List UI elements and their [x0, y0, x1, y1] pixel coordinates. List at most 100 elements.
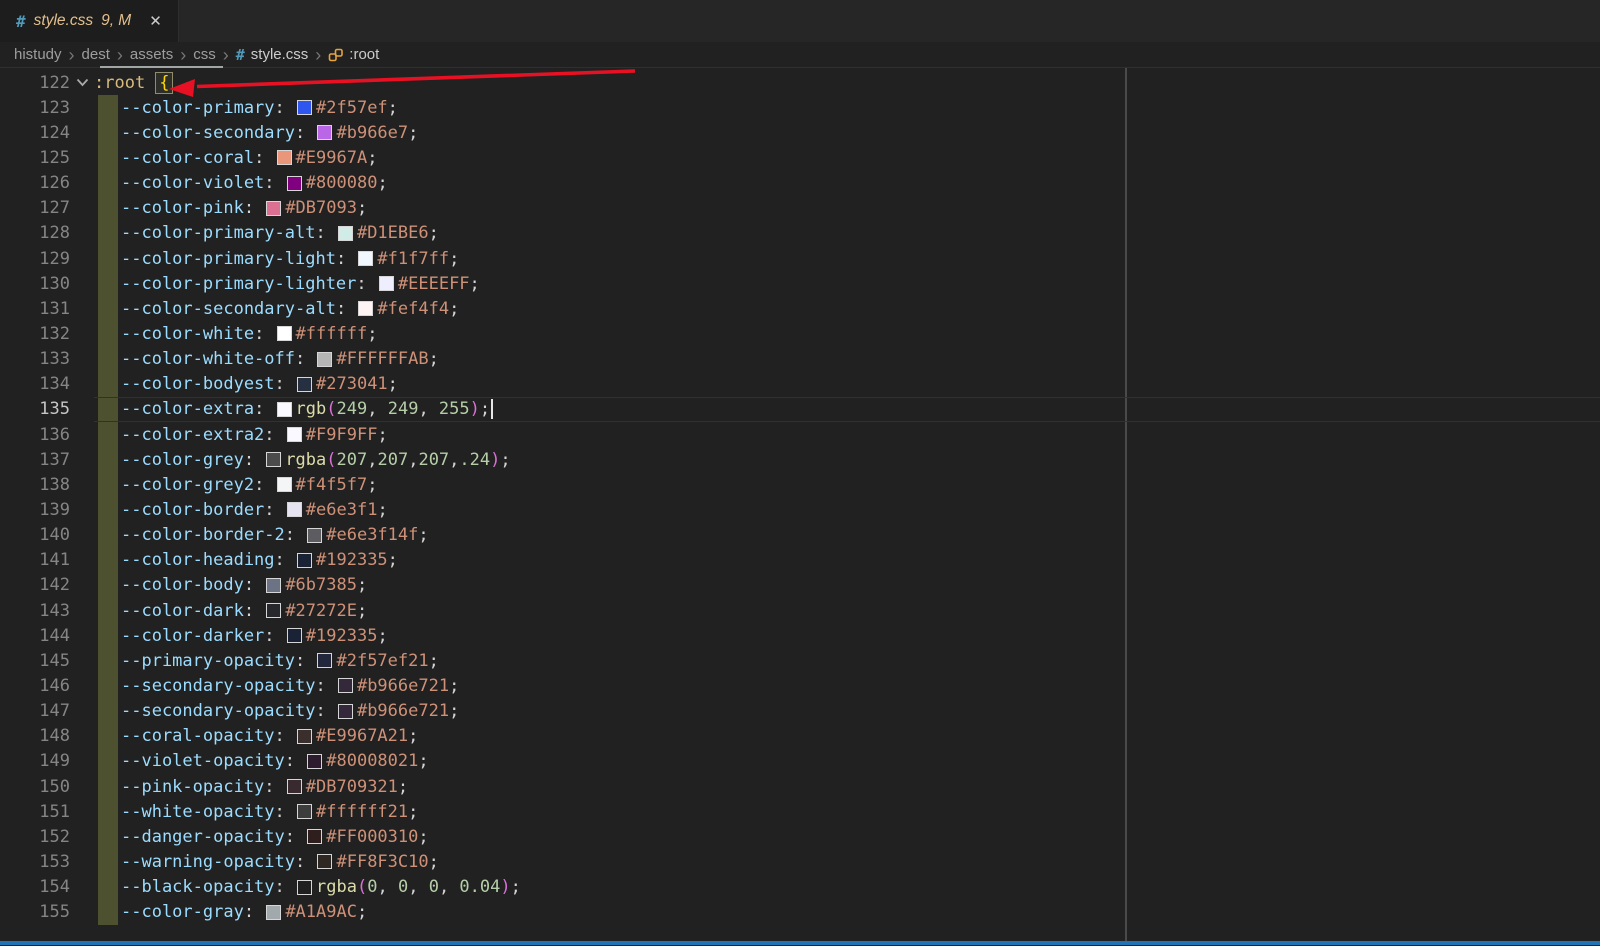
color-swatch[interactable] — [317, 125, 332, 140]
line-number[interactable]: 145 — [0, 651, 70, 671]
color-swatch[interactable] — [287, 176, 302, 191]
line-number[interactable]: 133 — [0, 349, 70, 369]
line-number[interactable]: 144 — [0, 626, 70, 646]
code-line[interactable]: 138--color-grey2: #f4f5f7; — [0, 472, 1600, 497]
color-swatch[interactable] — [266, 201, 281, 216]
line-number[interactable]: 138 — [0, 475, 70, 495]
color-swatch[interactable] — [287, 502, 302, 517]
code-line[interactable]: 139--color-border: #e6e3f1; — [0, 497, 1600, 522]
code-line[interactable]: 126--color-violet: #800080; — [0, 171, 1600, 196]
line-number[interactable]: 125 — [0, 148, 70, 168]
code-line[interactable]: 142--color-body: #6b7385; — [0, 573, 1600, 598]
color-swatch[interactable] — [358, 251, 373, 266]
line-number[interactable]: 142 — [0, 575, 70, 595]
line-number[interactable]: 147 — [0, 701, 70, 721]
line-number[interactable]: 128 — [0, 223, 70, 243]
color-swatch[interactable] — [338, 226, 353, 241]
code-line[interactable]: 149--violet-opacity: #80008021; — [0, 749, 1600, 774]
code-editor[interactable]: 122:root{123--color-primary: #2f57ef;124… — [0, 68, 1600, 945]
color-swatch[interactable] — [266, 452, 281, 467]
color-swatch[interactable] — [379, 276, 394, 291]
code-line[interactable]: 125--color-coral: #E9967A; — [0, 145, 1600, 170]
tab-style-css[interactable]: # style.css 9, M ✕ — [0, 0, 179, 42]
color-swatch[interactable] — [277, 150, 292, 165]
code-line[interactable]: 136--color-extra2: #F9F9FF; — [0, 422, 1600, 447]
color-swatch[interactable] — [307, 528, 322, 543]
line-number[interactable]: 148 — [0, 726, 70, 746]
line-number[interactable]: 130 — [0, 274, 70, 294]
code-line[interactable]: 140--color-border-2: #e6e3f14f; — [0, 523, 1600, 548]
line-number[interactable]: 152 — [0, 827, 70, 847]
line-number[interactable]: 129 — [0, 249, 70, 269]
code-line[interactable]: 143--color-dark: #27272E; — [0, 598, 1600, 623]
line-number[interactable]: 151 — [0, 802, 70, 822]
code-line[interactable]: 128--color-primary-alt: #D1EBE6; — [0, 221, 1600, 246]
line-number[interactable]: 139 — [0, 500, 70, 520]
line-number[interactable]: 122 — [0, 73, 70, 93]
breadcrumb-item-histudy[interactable]: histudy — [14, 46, 62, 63]
line-number[interactable]: 134 — [0, 374, 70, 394]
code-line[interactable]: 150--pink-opacity: #DB709321; — [0, 774, 1600, 799]
color-swatch[interactable] — [277, 326, 292, 341]
code-line[interactable]: 135--color-extra: rgb(249, 249, 255); — [0, 397, 1600, 422]
line-number[interactable]: 155 — [0, 902, 70, 922]
breadcrumb-item-css[interactable]: css — [193, 46, 216, 63]
code-line[interactable]: 153--warning-opacity: #FF8F3C10; — [0, 849, 1600, 874]
code-line[interactable]: 127--color-pink: #DB7093; — [0, 196, 1600, 221]
code-line[interactable]: 131--color-secondary-alt: #fef4f4; — [0, 296, 1600, 321]
line-number[interactable]: 131 — [0, 299, 70, 319]
color-swatch[interactable] — [307, 754, 322, 769]
code-line[interactable]: 132--color-white: #ffffff; — [0, 321, 1600, 346]
close-icon[interactable]: ✕ — [146, 11, 165, 31]
code-line[interactable]: 134--color-bodyest: #273041; — [0, 372, 1600, 397]
line-number[interactable]: 136 — [0, 425, 70, 445]
line-number[interactable]: 149 — [0, 751, 70, 771]
color-swatch[interactable] — [277, 402, 292, 417]
breadcrumb-item-dest[interactable]: dest — [82, 46, 110, 63]
code-line[interactable]: 152--danger-opacity: #FF000310; — [0, 824, 1600, 849]
line-number[interactable]: 135 — [0, 399, 70, 419]
color-swatch[interactable] — [277, 477, 292, 492]
code-line[interactable]: 129--color-primary-light: #f1f7ff; — [0, 246, 1600, 271]
line-number[interactable]: 137 — [0, 450, 70, 470]
color-swatch[interactable] — [338, 678, 353, 693]
color-swatch[interactable] — [317, 854, 332, 869]
code-line[interactable]: 141--color-heading: #192335; — [0, 548, 1600, 573]
line-number[interactable]: 127 — [0, 198, 70, 218]
color-swatch[interactable] — [297, 880, 312, 895]
breadcrumb-item-file[interactable]: # style.css — [236, 46, 309, 64]
color-swatch[interactable] — [266, 578, 281, 593]
code-line[interactable]: 144--color-darker: #192335; — [0, 623, 1600, 648]
code-line[interactable]: 123--color-primary: #2f57ef; — [0, 95, 1600, 120]
code-line[interactable]: 137--color-grey: rgba(207,207,207,.24); — [0, 447, 1600, 472]
color-swatch[interactable] — [297, 553, 312, 568]
code-line[interactable]: 124--color-secondary: #b966e7; — [0, 120, 1600, 145]
color-swatch[interactable] — [297, 804, 312, 819]
breadcrumb-item-assets[interactable]: assets — [130, 46, 173, 63]
line-number[interactable]: 153 — [0, 852, 70, 872]
color-swatch[interactable] — [358, 301, 373, 316]
line-number[interactable]: 132 — [0, 324, 70, 344]
line-number[interactable]: 154 — [0, 877, 70, 897]
line-number[interactable]: 143 — [0, 601, 70, 621]
color-swatch[interactable] — [338, 704, 353, 719]
color-swatch[interactable] — [317, 653, 332, 668]
code-line[interactable]: 155--color-gray: #A1A9AC; — [0, 900, 1600, 925]
color-swatch[interactable] — [297, 377, 312, 392]
code-line[interactable]: 145--primary-opacity: #2f57ef21; — [0, 648, 1600, 673]
line-number[interactable]: 141 — [0, 550, 70, 570]
line-number[interactable]: 124 — [0, 123, 70, 143]
line-number[interactable]: 150 — [0, 777, 70, 797]
line-number[interactable]: 140 — [0, 525, 70, 545]
color-swatch[interactable] — [317, 352, 332, 367]
code-line[interactable]: 147--secondary-opacity: #b966e721; — [0, 699, 1600, 724]
color-swatch[interactable] — [307, 829, 322, 844]
code-line[interactable]: 122:root{ — [0, 70, 1600, 95]
color-swatch[interactable] — [297, 729, 312, 744]
code-line[interactable]: 133--color-white-off: #FFFFFFAB; — [0, 347, 1600, 372]
color-swatch[interactable] — [287, 779, 302, 794]
code-line[interactable]: 151--white-opacity: #ffffff21; — [0, 799, 1600, 824]
code-line[interactable]: 154--black-opacity: rgba(0, 0, 0, 0.04); — [0, 875, 1600, 900]
color-swatch[interactable] — [287, 427, 302, 442]
code-line[interactable]: 148--coral-opacity: #E9967A21; — [0, 724, 1600, 749]
